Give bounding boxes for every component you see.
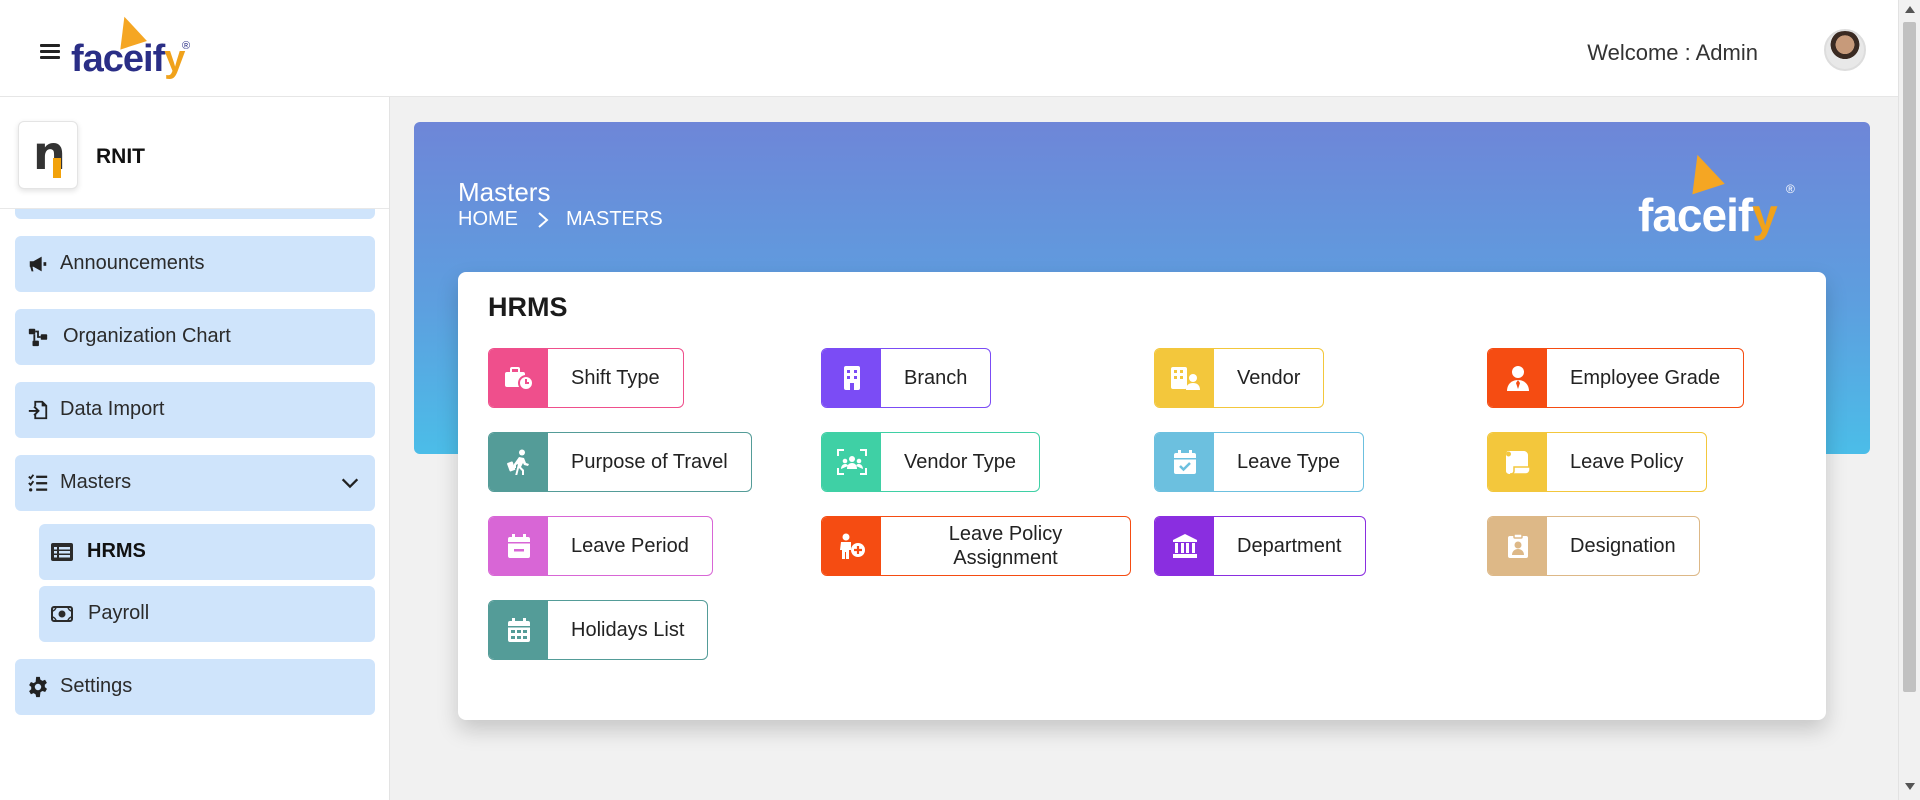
tile-label: Leave Policy Assignment xyxy=(948,523,1063,569)
scroll-down-arrow-icon[interactable] xyxy=(1905,783,1915,790)
building-icon xyxy=(822,349,881,407)
person-walking-luggage-icon xyxy=(489,433,548,491)
tile-holidays-list[interactable]: Holidays List xyxy=(488,600,709,660)
hrms-card: HRMS Shift Type Branch Vendor Employee G… xyxy=(458,272,1826,720)
list-check-icon xyxy=(28,474,48,492)
tile-label: Department xyxy=(1237,535,1342,557)
tile-label: Leave Policy xyxy=(1570,451,1684,473)
org-name: RNIT xyxy=(96,145,145,168)
breadcrumb-home-link[interactable]: HOME xyxy=(458,208,518,231)
calendar-check-icon xyxy=(1155,433,1214,491)
landmark-icon xyxy=(1155,517,1214,575)
money-bill-icon xyxy=(51,606,73,622)
breadcrumb: HOME MASTERS xyxy=(458,208,663,231)
tile-label: Employee Grade xyxy=(1570,367,1721,389)
sidebar-item-announcements[interactable]: Announcements xyxy=(15,236,375,292)
avatar[interactable] xyxy=(1824,29,1866,71)
scroll-up-arrow-icon[interactable] xyxy=(1905,6,1915,13)
tile-label: Purpose of Travel xyxy=(571,451,728,473)
sidebar-subitem-label: HRMS xyxy=(87,540,146,562)
sidebar-item-label: Settings xyxy=(60,675,133,697)
hamburger-menu-icon[interactable] xyxy=(40,44,60,60)
user-tie-icon xyxy=(1488,349,1547,407)
sidebar: n RNIT Announcements Organization Chart … xyxy=(0,97,390,800)
tile-label: Vendor Type xyxy=(904,451,1016,473)
megaphone-icon xyxy=(29,256,47,272)
org-header: n RNIT xyxy=(0,97,389,209)
sidebar-subitem-payroll[interactable]: Payroll xyxy=(39,586,375,642)
sidebar-item-label: Data Import xyxy=(60,398,165,420)
tile-label: Leave Type xyxy=(1237,451,1341,473)
sidebar-subitem-label: Payroll xyxy=(88,602,150,624)
tile-department[interactable]: Department xyxy=(1154,516,1366,576)
banner-logo: faceify ® xyxy=(1638,149,1808,250)
sidebar-item-partial[interactable] xyxy=(15,209,375,219)
tile-vendor[interactable]: Vendor xyxy=(1154,348,1325,408)
chevron-right-icon xyxy=(538,211,549,228)
sidebar-subitem-hrms[interactable]: HRMS xyxy=(39,524,375,580)
clipboard-user-icon xyxy=(1488,517,1547,575)
person-circle-plus-icon xyxy=(822,517,881,575)
tile-label: Branch xyxy=(904,367,968,389)
tile-leave-type[interactable]: Leave Type xyxy=(1154,432,1365,492)
calendar-minus-icon xyxy=(489,517,548,575)
breadcrumb-current: MASTERS xyxy=(566,208,663,230)
page-scrollbar[interactable] xyxy=(1898,0,1920,800)
calendar-days-icon xyxy=(489,601,548,659)
brand-logo-text: faceify xyxy=(71,38,185,80)
sidebar-item-label: Masters xyxy=(60,471,132,493)
tile-leave-period[interactable]: Leave Period xyxy=(488,516,713,576)
tile-employee-grade[interactable]: Employee Grade xyxy=(1487,348,1745,408)
brand-logo[interactable]: faceify ® xyxy=(71,12,201,82)
tile-purpose-of-travel[interactable]: Purpose of Travel xyxy=(488,432,752,492)
file-import-icon xyxy=(28,400,48,420)
tile-label: Vendor xyxy=(1237,367,1301,389)
sidebar-item-settings[interactable]: Settings xyxy=(15,659,375,715)
tile-designation[interactable]: Designation xyxy=(1487,516,1700,576)
top-bar: faceify ® Welcome : Admin xyxy=(0,0,1898,97)
tile-leave-policy[interactable]: Leave Policy xyxy=(1487,432,1708,492)
registered-mark: ® xyxy=(1786,182,1795,196)
tile-label: Shift Type xyxy=(571,367,660,389)
sidebar-item-organization-chart[interactable]: Organization Chart xyxy=(15,309,375,365)
welcome-text: Welcome : Admin xyxy=(1587,40,1758,65)
page-title: Masters xyxy=(458,177,551,207)
sidebar-item-label: Organization Chart xyxy=(63,325,231,347)
tile-label: Holidays List xyxy=(571,619,685,641)
scroll-thumb[interactable] xyxy=(1903,22,1916,692)
tile-branch[interactable]: Branch xyxy=(821,348,992,408)
scroll-icon xyxy=(1488,433,1547,491)
sidebar-item-label: Announcements xyxy=(60,252,205,274)
org-logo: n xyxy=(18,121,78,189)
chevron-down-icon[interactable] xyxy=(339,472,361,494)
tile-label: Leave Period xyxy=(571,535,689,557)
tile-shift-type[interactable]: Shift Type xyxy=(488,348,684,408)
users-viewfinder-icon xyxy=(822,433,881,491)
sidebar-item-masters[interactable]: Masters xyxy=(15,455,375,511)
sidebar-item-data-import[interactable]: Data Import xyxy=(15,382,375,438)
briefcase-clock-icon xyxy=(489,349,548,407)
gear-icon xyxy=(29,676,47,698)
banner-logo-text: faceify xyxy=(1638,189,1778,241)
card-title: HRMS xyxy=(488,292,568,322)
list-icon xyxy=(51,543,73,561)
tile-leave-policy-assignment[interactable]: Leave Policy Assignment xyxy=(821,516,1131,576)
tile-label: Designation xyxy=(1570,535,1676,557)
tile-vendor-type[interactable]: Vendor Type xyxy=(821,432,1040,492)
org-chart-icon xyxy=(28,328,48,347)
building-user-icon xyxy=(1155,349,1214,407)
registered-mark: ® xyxy=(182,40,191,52)
